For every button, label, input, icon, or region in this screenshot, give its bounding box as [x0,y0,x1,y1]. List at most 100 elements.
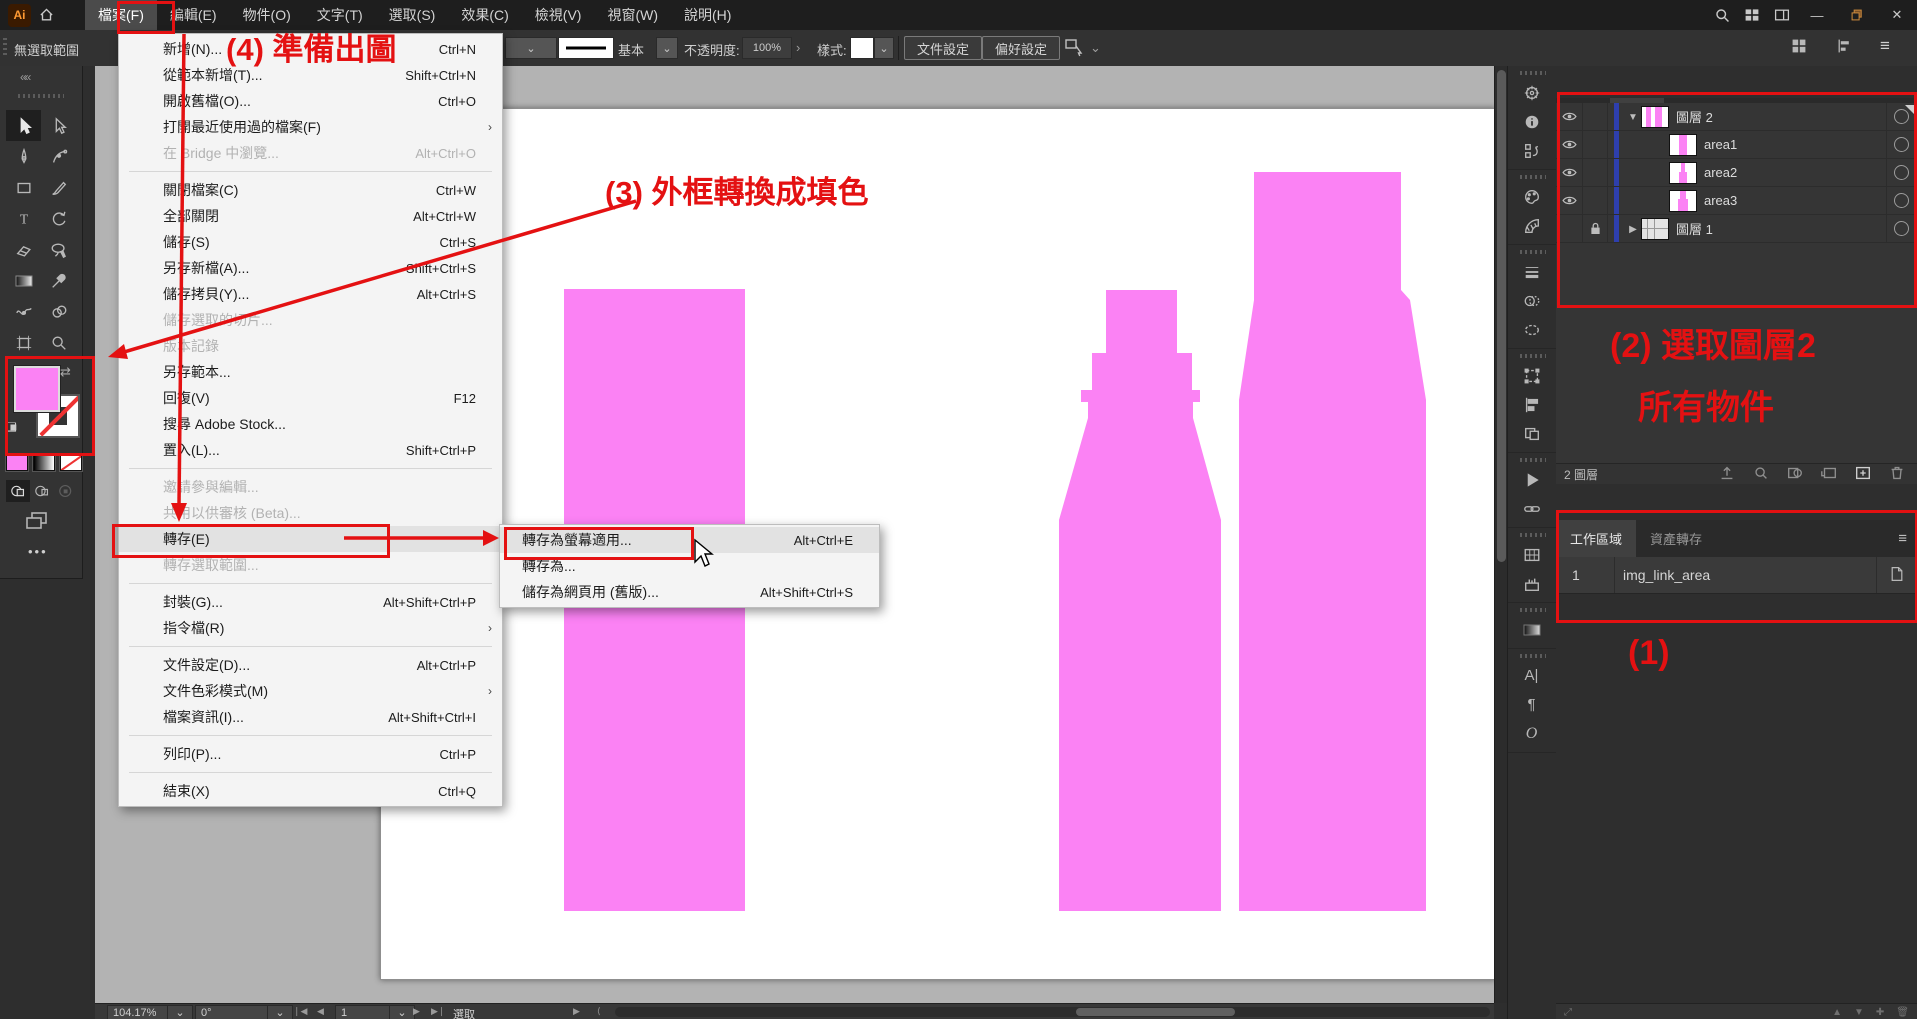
more-tools-icon[interactable]: ••• [28,544,48,559]
panel-group-drag-handle[interactable] [1520,458,1546,462]
locate-icon[interactable] [1751,464,1771,485]
lock-cell[interactable] [1583,187,1608,214]
file-menu-item[interactable]: 儲存(S)Ctrl+S [119,229,502,255]
close-icon[interactable]: ✕ [1877,0,1917,30]
links-icon[interactable] [1508,494,1555,523]
swatch-grid-icon[interactable] [1508,540,1555,569]
color-icon[interactable] [1508,182,1555,211]
file-menu-item[interactable]: 新增(N)...Ctrl+N [119,36,502,62]
artboard-options-icon[interactable] [1877,566,1917,585]
first-artboard-icon[interactable]: ❘◀ [293,1006,307,1017]
search-icon[interactable] [1707,0,1737,30]
gradient-button[interactable] [33,454,55,471]
file-menu-item[interactable]: 結束(X)Ctrl+Q [119,778,502,804]
screen-mode-icon[interactable] [24,510,50,537]
opacity-chevron-icon[interactable]: › [796,40,800,55]
file-menu-item[interactable]: 在 Bridge 中瀏覽...Alt+Ctrl+O [119,140,502,166]
shape-builder-tool[interactable] [41,296,76,327]
gradient-tool[interactable] [6,265,41,296]
select-similar-icon[interactable] [1063,37,1085,60]
swap-fill-stroke-icon[interactable]: ⇄ [60,364,71,380]
draw-behind-icon[interactable] [30,480,54,502]
lock-cell[interactable] [1583,103,1608,130]
draw-normal-icon[interactable] [6,480,30,502]
panel-menu-icon[interactable]: ≡ [1888,520,1917,557]
opacity-input[interactable]: 100% [742,37,792,59]
file-menu-item[interactable]: 檔案資訊(I)...Alt+Shift+Ctrl+I [119,704,502,730]
file-menu-item[interactable]: 置入(L)...Shift+Ctrl+P [119,437,502,463]
rotate-tool[interactable] [41,203,76,234]
file-menu-item[interactable]: 關閉檔案(C)Ctrl+W [119,177,502,203]
file-menu-item[interactable]: 打開最近使用過的檔案(F)› [119,114,502,140]
horizontal-scrollbar[interactable] [615,1007,1490,1017]
navigator-wheel-icon[interactable] [1508,78,1555,107]
controlbar-drag-handle[interactable] [3,38,7,58]
align-icon[interactable] [1508,390,1555,419]
panel-group-drag-handle[interactable] [1520,654,1546,658]
menubar-item-7[interactable]: 檢視(V) [522,0,595,30]
collapse-toolbar-icon[interactable]: «« [20,70,29,84]
eye-icon[interactable] [1556,131,1583,158]
home-icon[interactable] [31,0,61,30]
file-menu-item[interactable]: 轉存(E)› [119,526,502,552]
new-sublayer-icon[interactable] [1819,464,1839,485]
menubar-item-6[interactable]: 效果(C) [448,0,521,30]
menubar-item-5[interactable]: 選取(S) [376,0,449,30]
eraser-tool[interactable] [6,234,41,265]
menubar-item-9[interactable]: 說明(H) [671,0,744,30]
default-fill-stroke-icon[interactable]: ❏■ [6,420,17,434]
file-menu-item[interactable]: 另存新檔(A)...Shift+Ctrl+S [119,255,502,281]
vertical-scrollbar-thumb[interactable] [1497,70,1506,562]
layer-row-圖層-1[interactable]: ▶圖層 1 [1556,215,1917,243]
trash-icon[interactable] [1887,464,1907,485]
panel-split-icon[interactable] [1767,0,1797,30]
layer-row-area2[interactable]: area2 [1556,159,1917,187]
file-menu-item[interactable]: 指令檔(R)› [119,615,502,641]
eye-icon[interactable] [1556,103,1583,130]
pathfinder-icon[interactable] [1508,419,1555,448]
fill-swatch[interactable] [14,366,60,412]
new-layer-icon[interactable] [1853,464,1873,485]
move-down-icon[interactable]: ▼ [1854,1007,1864,1018]
layer-thumbnail[interactable] [1669,190,1697,212]
restore-button[interactable] [1837,0,1877,30]
eyedropper-tool[interactable] [41,265,76,296]
file-menu-item[interactable]: 回復(V)F12 [119,385,502,411]
chevron-right-icon[interactable]: ▶ [1625,223,1641,235]
menubar-item-3[interactable]: 物件(O) [230,0,304,30]
menubar-item-1[interactable]: 檔案(F) [85,0,157,30]
clip-mask-icon[interactable] [1785,464,1805,485]
direct-selection-tool[interactable] [41,110,76,141]
shape-area2[interactable] [1059,290,1221,911]
status-expand-icon[interactable]: ▶ [573,1006,580,1017]
pen-tool[interactable] [6,141,41,172]
color-button[interactable] [6,454,28,471]
stroke-icon[interactable] [1508,257,1555,286]
horizontal-scrollbar-thumb[interactable] [1076,1008,1235,1016]
character-icon[interactable]: A| [1508,661,1555,690]
file-menu-item[interactable]: 全部關閉Alt+Ctrl+W [119,203,502,229]
layer-row-area3[interactable]: area3 [1556,187,1917,215]
eye-icon[interactable] [1556,187,1583,214]
menubar-item-8[interactable]: 視窗(W) [594,0,671,30]
panel-group-drag-handle[interactable] [1520,250,1546,254]
zoom-tool[interactable] [41,327,76,358]
rotation-dropdown-icon[interactable]: ⌄ [267,1005,293,1019]
layer-target-icon[interactable] [1894,193,1909,208]
lasso-tool[interactable] [41,234,76,265]
zoom-level[interactable]: 104.17% [107,1005,175,1019]
collect-export-icon[interactable] [1717,464,1737,485]
preferences-button[interactable]: 偏好設定 [982,36,1060,60]
layer-name[interactable]: 圖層 2 [1676,107,1713,126]
selection-dashed-icon[interactable] [1508,315,1555,344]
brush-dropdown-icon[interactable]: ⌄ [656,37,678,59]
align-panel-icon[interactable] [1835,38,1853,57]
file-menu-item[interactable]: 另存範本... [119,359,502,385]
brush-preview[interactable] [558,37,614,59]
shape-area3[interactable] [1239,172,1426,911]
width-tool[interactable] [6,296,41,327]
controlbar-menu-icon[interactable]: ≡ [1880,36,1890,56]
rectangle-tool[interactable] [6,172,41,203]
panel-group-drag-handle[interactable] [1520,354,1546,358]
file-menu-item[interactable]: 從範本新增(T)...Shift+Ctrl+N [119,62,502,88]
